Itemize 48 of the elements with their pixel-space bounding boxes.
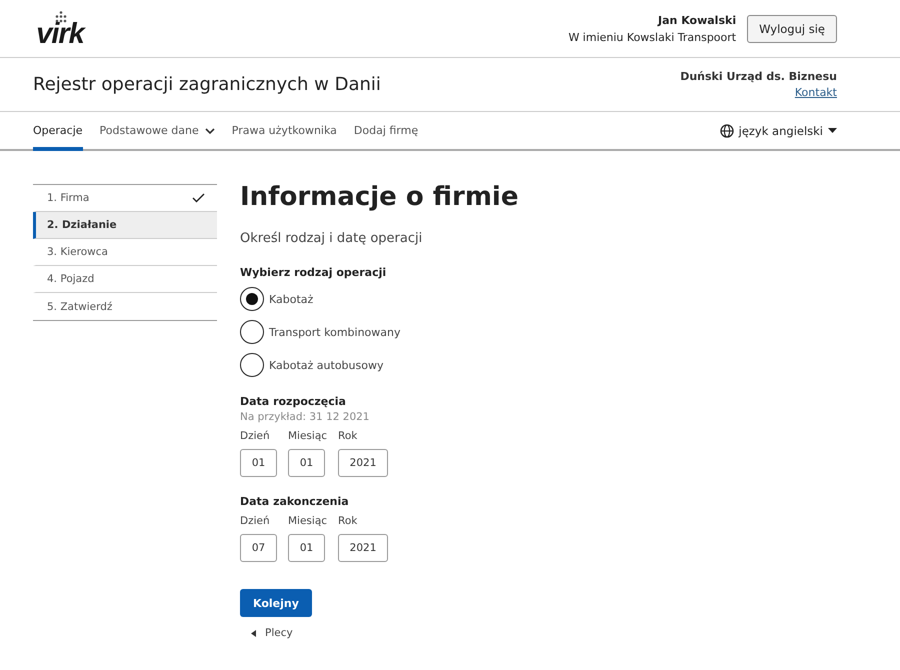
date-input[interactable]: 07 — [240, 534, 277, 562]
nav-tab[interactable]: Podstawowe dane — [100, 112, 215, 151]
field-label: Rok — [338, 515, 358, 527]
field-label: Miesiąc — [288, 430, 328, 442]
dots-icon — [53, 10, 69, 22]
field-label: Rok — [338, 430, 358, 442]
logout-button[interactable]: Wyloguj się — [747, 14, 837, 42]
page-title: Rejestr operacji zagranicznych w Danii — [33, 74, 381, 95]
user-name: Jan Kowalski — [658, 14, 736, 26]
nav-tab[interactable]: Operacje — [33, 112, 83, 151]
date-label: Data rozpoczęcia — [240, 395, 347, 408]
radio-label[interactable]: Transport kombinowany — [269, 326, 400, 338]
radio-label[interactable]: Kabotaż — [269, 292, 314, 306]
date-input[interactable]: 01 — [288, 534, 325, 562]
next-button[interactable]: Kolejny — [240, 589, 312, 617]
date-label: Data zakonczenia — [240, 495, 350, 508]
nav-tab[interactable]: Dodaj firmę — [354, 112, 418, 151]
field-label: Dzień — [240, 430, 271, 442]
step-item[interactable]: 4. Pojazd — [33, 266, 217, 293]
contact-link[interactable]: Kontakt — [794, 86, 837, 99]
logo[interactable]: virk — [36, 20, 84, 46]
operation-label: Wybierz rodzaj operacji — [240, 266, 386, 279]
radio-label[interactable]: Kabotaż autobusowy — [269, 358, 384, 372]
radio-button[interactable] — [240, 287, 264, 311]
check-icon — [192, 193, 205, 203]
date-hint: Na przykład: 31 12 2021 — [240, 411, 370, 423]
chevron-down-icon — [204, 128, 215, 134]
radio-button[interactable] — [240, 353, 264, 377]
step-item[interactable]: 5. Zatwierdź — [33, 293, 217, 320]
field-label: Dzień — [240, 515, 271, 527]
form-heading: Informacje o firmie — [240, 182, 518, 212]
caret-icon — [828, 128, 837, 133]
caret-left-icon — [251, 630, 256, 636]
date-input[interactable]: 2021 — [338, 449, 388, 477]
radio-button[interactable] — [240, 320, 264, 344]
step-item[interactable]: 2. Działanie — [33, 212, 217, 239]
form-subtitle: Określ rodzaj i datę operacji — [240, 231, 422, 246]
nav-tab[interactable]: Prawa użytkownika — [232, 112, 337, 151]
back-link[interactable]: Plecy — [251, 627, 293, 639]
on-behalf-text: W imieniu Kowslaki Transpoort — [568, 30, 736, 44]
date-input[interactable]: 01 — [288, 449, 325, 477]
language-menu[interactable]: język angielski — [720, 112, 837, 149]
field-label: Miesiąc — [288, 515, 328, 527]
step-item[interactable]: 3. Kierowca — [33, 239, 217, 266]
date-input[interactable]: 01 — [240, 449, 277, 477]
globe-icon — [720, 124, 734, 138]
agency-name: Duński Urząd ds. Biznesu — [680, 70, 837, 83]
date-input[interactable]: 2021 — [338, 534, 388, 562]
